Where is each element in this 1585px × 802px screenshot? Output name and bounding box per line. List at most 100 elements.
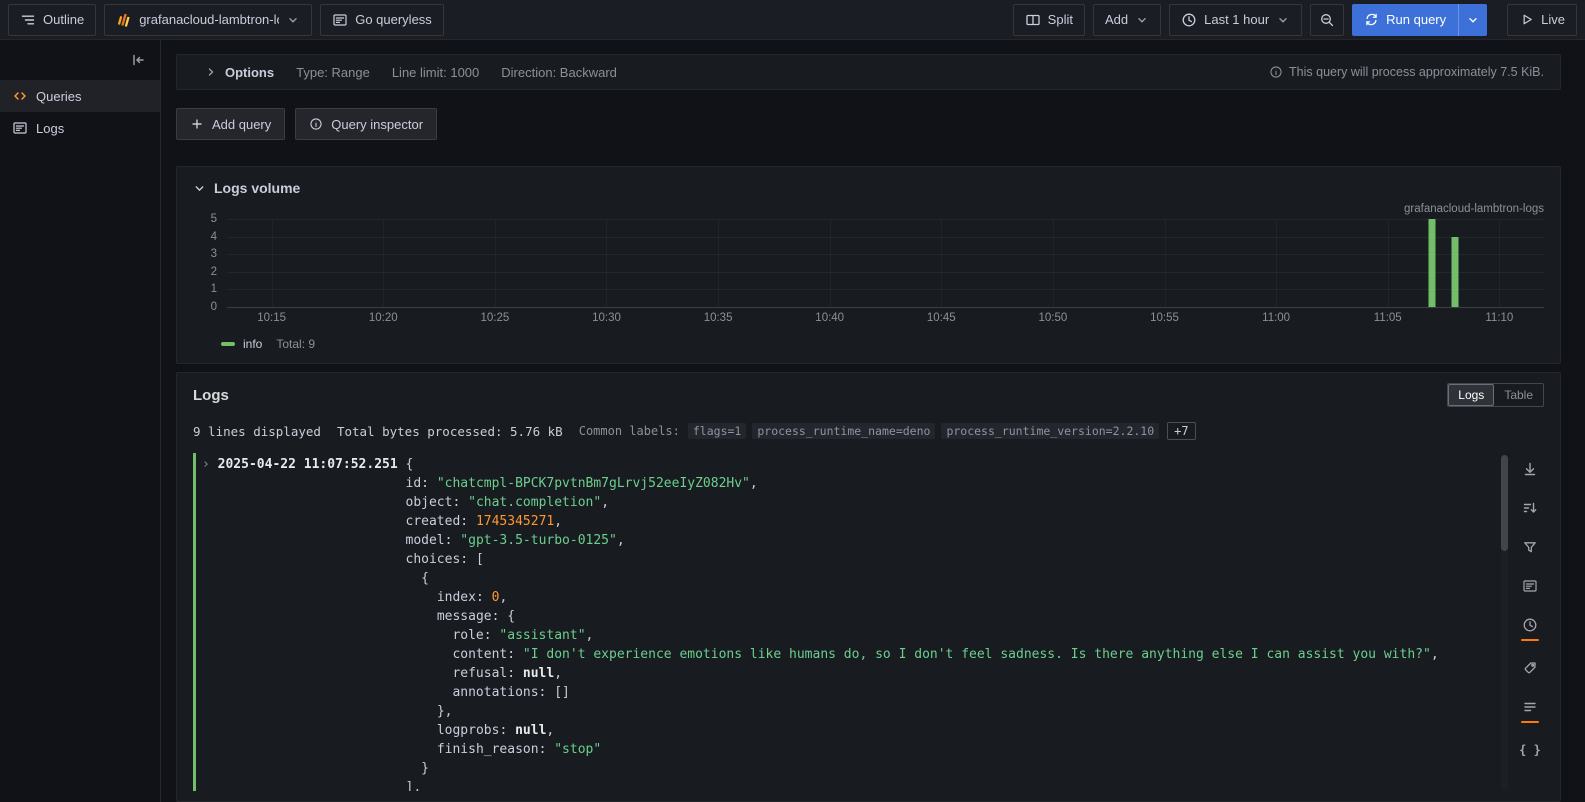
gridline (272, 219, 273, 307)
log-line[interactable]: choices: [ (202, 550, 1480, 569)
log-line[interactable]: logprobs: null, (202, 721, 1480, 740)
log-line[interactable]: › 2025-04-22 11:07:52.251 { (202, 455, 1480, 474)
split-button[interactable]: Split (1013, 4, 1085, 36)
chevron-down-icon (1276, 13, 1290, 27)
loki-logo-icon (116, 12, 132, 28)
common-label-chip: process_runtime_version=2.2.10 (941, 423, 1159, 439)
filter-button[interactable] (1518, 535, 1542, 559)
more-labels-button[interactable]: +7 (1167, 422, 1195, 440)
x-axis-label: 10:55 (1150, 312, 1179, 324)
query-inspector-label: Query inspector (331, 117, 423, 132)
show-time-button[interactable] (1518, 613, 1542, 641)
y-axis-label: 4 (211, 231, 217, 243)
gridline (1499, 219, 1500, 307)
y-axis-label: 5 (211, 213, 217, 225)
y-axis-label: 0 (211, 301, 217, 313)
gridline (227, 289, 1544, 290)
log-line[interactable]: object: "chat.completion", (202, 493, 1480, 512)
gridline (830, 219, 831, 307)
log-line[interactable]: id: "chatcmpl-BPCK7pvtnBm7gLrvj52eeIyZ08… (202, 474, 1480, 493)
log-volume-bar[interactable] (1451, 237, 1458, 307)
collapse-sidebar-button[interactable] (128, 50, 148, 70)
logs-volume-title: Logs volume (214, 180, 300, 196)
log-line[interactable]: { (202, 569, 1480, 588)
tag-icon (1522, 660, 1538, 676)
dedup-button[interactable] (1518, 496, 1542, 520)
time-range-picker[interactable]: Last 1 hour (1169, 4, 1302, 36)
logs-view-button[interactable] (1518, 574, 1542, 598)
log-volume-bar[interactable] (1429, 219, 1436, 307)
log-entry: › 2025-04-22 11:07:52.251 { id: "chatcmp… (193, 453, 1480, 791)
common-label-chip: flags=1 (688, 423, 746, 439)
log-line[interactable]: message: { (202, 607, 1480, 626)
log-line[interactable]: }, (202, 702, 1480, 721)
wrap-lines-icon (1522, 699, 1538, 715)
zoom-out-time-button[interactable] (1310, 4, 1344, 36)
view-logs-button[interactable]: Logs (1448, 384, 1494, 406)
options-direction: Direction: Backward (501, 65, 617, 80)
query-process-info: This query will process approximately 7.… (1269, 65, 1544, 79)
log-line[interactable]: ], (202, 778, 1480, 791)
sidebar-item-queries[interactable]: Queries (0, 80, 160, 112)
sync-icon (1364, 12, 1379, 27)
log-line[interactable]: created: 1745345271, (202, 512, 1480, 531)
options-line-limit: Line limit: 1000 (392, 65, 479, 80)
scrollbar-thumb[interactable] (1501, 455, 1508, 551)
view-table-button[interactable]: Table (1494, 384, 1543, 406)
wrap-lines-button[interactable] (1518, 695, 1542, 723)
log-line[interactable]: annotations: [] (202, 683, 1480, 702)
log-line[interactable]: refusal: null, (202, 664, 1480, 683)
go-queryless-button[interactable]: Go queryless (320, 4, 444, 36)
legend-series-marker (221, 342, 235, 346)
run-query-caret-button[interactable] (1458, 4, 1487, 36)
run-query-label: Run query (1386, 12, 1446, 27)
add-dropdown-button[interactable]: Add (1093, 4, 1161, 36)
prettify-json-button[interactable]: { } (1518, 738, 1542, 762)
explore-main: Options Type: Range Line limit: 1000 Dir… (161, 40, 1585, 802)
plus-icon (190, 117, 204, 131)
split-icon (1025, 12, 1041, 28)
x-axis-label: 10:15 (257, 312, 286, 324)
logs-panel: Logs Logs Table 9 lines displayed Total … (176, 372, 1561, 802)
gridline (227, 272, 1544, 273)
logs-icon-rail: { } (1516, 457, 1544, 762)
logs-meta-row: 9 lines displayed Total bytes processed:… (193, 421, 1544, 441)
common-labels: flags=1 process_runtime_name=deno process_… (688, 423, 1159, 439)
outline-button[interactable]: Outline (8, 4, 96, 36)
common-label-chip: process_runtime_name=deno (752, 423, 935, 439)
gridline (383, 219, 384, 307)
sidebar-item-logs[interactable]: Logs (0, 112, 160, 144)
logs-volume-collapse-button[interactable]: Logs volume (193, 175, 300, 201)
chevron-down-icon (193, 182, 206, 195)
options-toggle[interactable]: Options (205, 65, 274, 80)
run-query-button[interactable]: Run query (1352, 4, 1458, 36)
show-labels-button[interactable] (1518, 656, 1542, 680)
logs-view-toggle: Logs Table (1447, 383, 1544, 407)
topbar: Outline grafanacloud-lambtron-logs Go qu… (0, 0, 1585, 40)
legend-item-info[interactable]: info (243, 337, 262, 351)
gridline (1276, 219, 1277, 307)
log-line[interactable]: role: "assistant", (202, 626, 1480, 645)
chevron-right-icon (205, 66, 217, 78)
scrollbar[interactable] (1501, 455, 1508, 791)
x-axis-label: 10:50 (1039, 312, 1068, 324)
x-axis-label: 10:35 (704, 312, 733, 324)
clock-icon (1181, 12, 1197, 28)
logs-volume-panel: Logs volume grafanacloud-lambtron-logs 0… (176, 166, 1561, 364)
log-line[interactable]: } (202, 759, 1480, 778)
live-button[interactable]: Live (1507, 4, 1577, 36)
gridline (227, 219, 1544, 220)
add-query-button[interactable]: Add query (176, 108, 285, 140)
options-label: Options (225, 65, 274, 80)
datasource-picker[interactable]: grafanacloud-lambtron-logs (104, 4, 312, 36)
x-axis-label: 11:05 (1374, 312, 1402, 324)
y-axis-label: 3 (211, 248, 217, 260)
gridline (1165, 219, 1166, 307)
log-line[interactable]: finish_reason: "stop" (202, 740, 1480, 759)
log-line[interactable]: index: 0, (202, 588, 1480, 607)
log-line[interactable]: model: "gpt-3.5-turbo-0125", (202, 531, 1480, 550)
log-line[interactable]: content: "I don't experience emotions li… (202, 645, 1480, 664)
query-inspector-button[interactable]: Query inspector (295, 108, 437, 140)
scroll-to-bottom-button[interactable] (1518, 457, 1542, 481)
code-icon (12, 88, 28, 104)
